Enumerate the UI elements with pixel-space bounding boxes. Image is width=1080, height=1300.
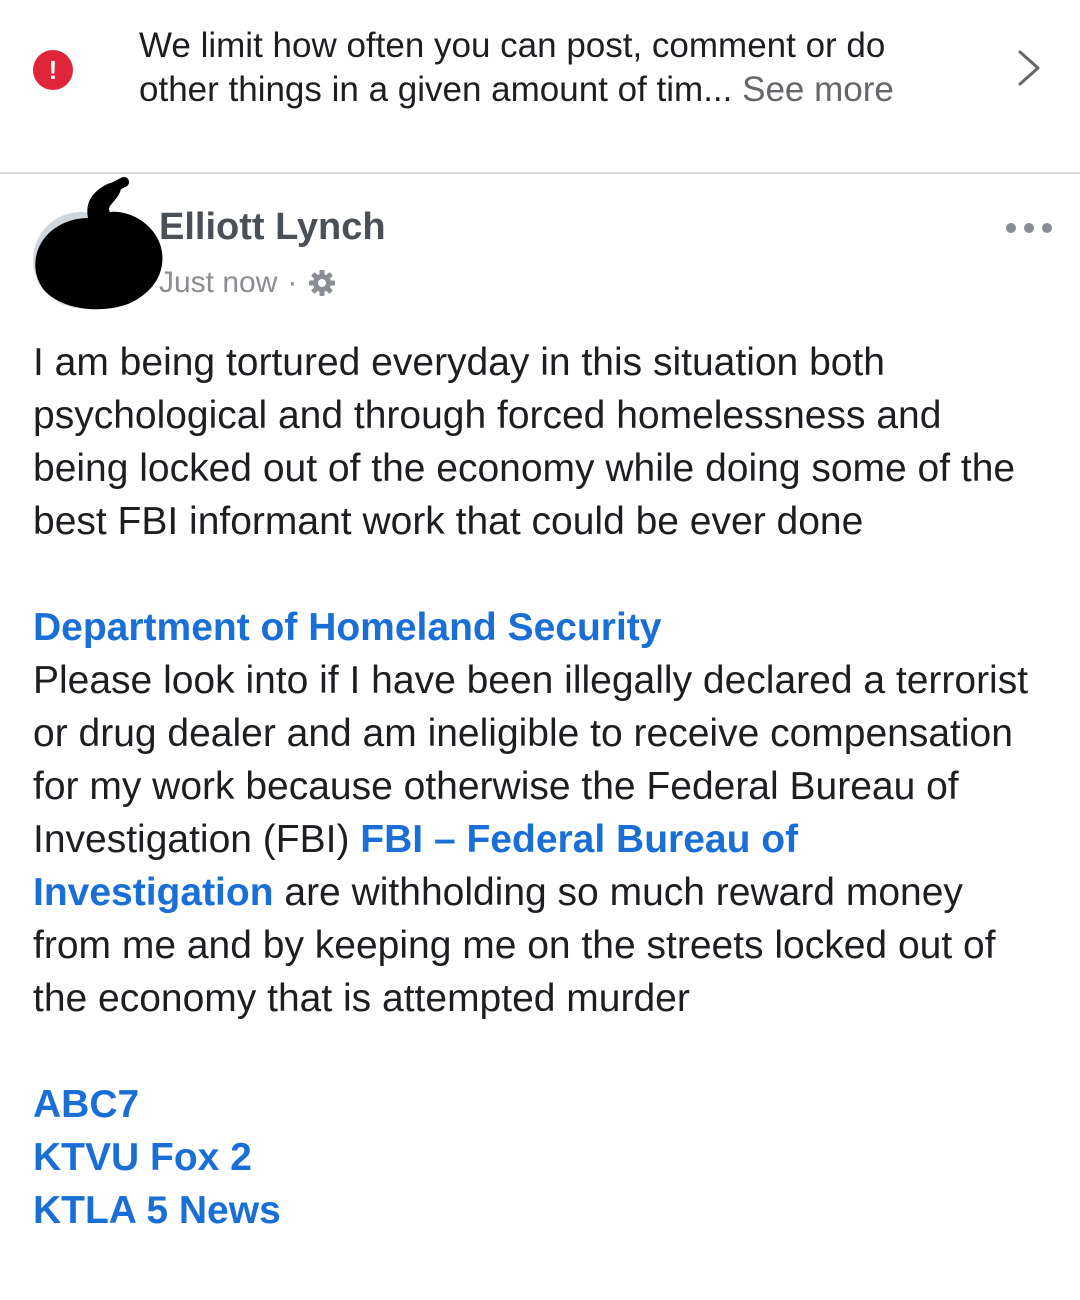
see-more-link[interactable]: See more xyxy=(742,70,894,109)
notice-line-1: We limit how often you can post, comment… xyxy=(139,26,886,65)
post-meta: Just now · xyxy=(159,266,337,300)
mention-tag-ktvu[interactable]: KTVU Fox 2 xyxy=(33,1131,1043,1184)
mention-tag-abc7[interactable]: ABC7 xyxy=(33,1078,1043,1131)
more-dots-icon[interactable] xyxy=(1002,216,1056,240)
chevron-right-icon[interactable] xyxy=(1012,46,1044,90)
meta-separator: · xyxy=(287,266,298,299)
notice-message: We limit how often you can post, comment… xyxy=(139,24,969,112)
notice-line-2-text: other things in a given amount of tim... xyxy=(139,70,743,109)
notice-line-2: other things in a given amount of tim...… xyxy=(139,68,969,112)
author-name[interactable]: Elliott Lynch xyxy=(159,206,386,249)
mention-dhs-link[interactable]: Department of Homeland Security xyxy=(33,601,1043,654)
post-timestamp[interactable]: Just now xyxy=(159,266,277,300)
rate-limit-notice[interactable]: ! We limit how often you can post, comme… xyxy=(0,0,1080,172)
post-body: I am being tortured everyday in this sit… xyxy=(33,336,1043,1237)
gear-icon[interactable] xyxy=(307,268,337,298)
redaction-scribble xyxy=(35,177,163,310)
post-paragraph-2: Please look into if I have been illegall… xyxy=(33,654,1043,1025)
post-paragraph-1: I am being tortured everyday in this sit… xyxy=(33,341,1016,543)
mention-tag-ktla[interactable]: KTLA 5 News xyxy=(33,1184,1043,1237)
alert-icon: ! xyxy=(33,50,73,90)
